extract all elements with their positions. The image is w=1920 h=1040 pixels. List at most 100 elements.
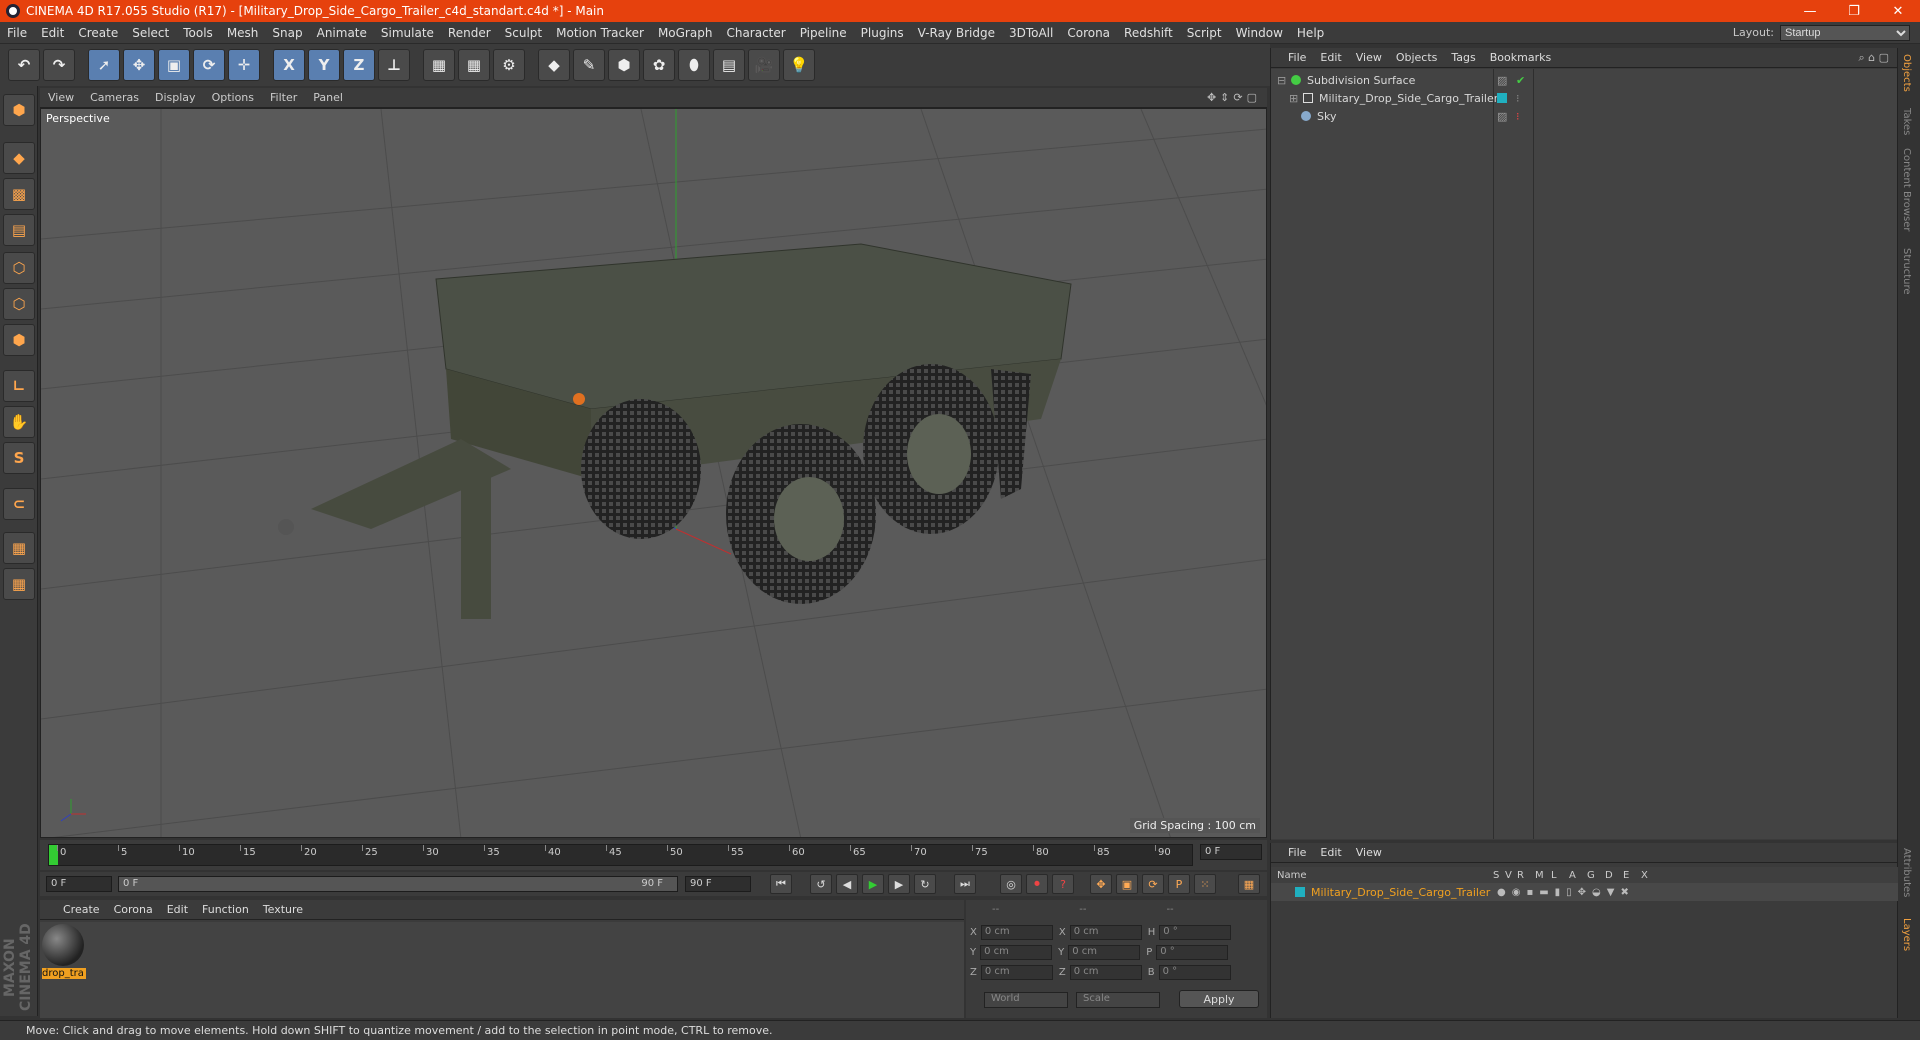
- objects-menu-bookmarks[interactable]: Bookmarks: [1483, 51, 1558, 64]
- workplane-mode-button[interactable]: ▤: [3, 214, 35, 246]
- menu-mograph[interactable]: MoGraph: [651, 26, 720, 40]
- menu-file[interactable]: File: [0, 26, 34, 40]
- layout-select[interactable]: Startup: [1780, 24, 1910, 41]
- snap-button[interactable]: ⊂: [3, 488, 35, 520]
- go-to-start-icon[interactable]: ⏮: [770, 874, 792, 894]
- prev-frame-icon[interactable]: ◀: [836, 874, 858, 894]
- solo-button[interactable]: S: [3, 442, 35, 474]
- restore-button[interactable]: ❐: [1832, 0, 1876, 22]
- select-tool-button[interactable]: ➚: [88, 49, 120, 81]
- keyframe-selection-icon[interactable]: ?: [1052, 874, 1074, 894]
- move-tool-button[interactable]: ✥: [123, 49, 155, 81]
- menu-3dtoall[interactable]: 3DToAll: [1002, 26, 1060, 40]
- points-mode-button[interactable]: ⬡: [3, 252, 35, 284]
- trailer-model[interactable]: [278, 243, 1072, 619]
- viewport-perspective[interactable]: Perspective Grid Spacing : 100 cm: [40, 108, 1267, 838]
- tab-layers[interactable]: Layers: [1901, 918, 1912, 951]
- z-axis-button[interactable]: Z: [343, 49, 375, 81]
- menu-plugins[interactable]: Plugins: [854, 26, 911, 40]
- menu-create[interactable]: Create: [71, 26, 125, 40]
- objects-menu-file[interactable]: File: [1281, 51, 1313, 64]
- go-to-end-icon[interactable]: ⏭: [954, 874, 976, 894]
- model-mode-button[interactable]: ◆: [3, 142, 35, 174]
- menu-render[interactable]: Render: [441, 26, 498, 40]
- preview-range-slider[interactable]: 0 F 90 F: [118, 876, 678, 892]
- camera-button[interactable]: 🎥: [748, 49, 780, 81]
- layer-color-icon[interactable]: [1295, 887, 1305, 897]
- close-button[interactable]: ✕: [1876, 0, 1920, 22]
- viewport-menu-view[interactable]: View: [40, 91, 82, 104]
- menu-corona[interactable]: Corona: [1060, 26, 1117, 40]
- play-icon[interactable]: ▶: [862, 874, 884, 894]
- end-frame-field[interactable]: 90 F: [685, 876, 751, 892]
- viewport-menu-cameras[interactable]: Cameras: [82, 91, 147, 104]
- menu-animate[interactable]: Animate: [310, 26, 374, 40]
- render-view-button[interactable]: ▦: [423, 49, 455, 81]
- tweak-mode-button[interactable]: ✋: [3, 406, 35, 438]
- scale-tool-button[interactable]: ▣: [158, 49, 190, 81]
- menu-mesh[interactable]: Mesh: [220, 26, 266, 40]
- layer-menu-edit[interactable]: Edit: [1313, 846, 1348, 859]
- menu-vray-bridge[interactable]: V-Ray Bridge: [911, 26, 1002, 40]
- rotation-h-field[interactable]: 0 °: [1159, 924, 1232, 940]
- render-picture-viewer-button[interactable]: ▦: [458, 49, 490, 81]
- lock-workplane-button[interactable]: ▦: [3, 532, 35, 564]
- subdivision-button[interactable]: ⬢: [608, 49, 640, 81]
- material-menu-corona[interactable]: Corona: [107, 903, 160, 916]
- make-editable-button[interactable]: ⬢: [3, 94, 35, 126]
- key-position-icon[interactable]: ✥: [1090, 874, 1112, 894]
- minimize-button[interactable]: —: [1788, 0, 1832, 22]
- size-x-field[interactable]: 0 cm: [1069, 924, 1142, 940]
- tab-content-browser[interactable]: Content Browser: [1901, 148, 1912, 231]
- render-settings-button[interactable]: ⚙: [493, 49, 525, 81]
- x-axis-button[interactable]: X: [273, 49, 305, 81]
- autokey-icon[interactable]: ⏺: [1026, 874, 1048, 894]
- menu-motion-tracker[interactable]: Motion Tracker: [549, 26, 651, 40]
- menu-sculpt[interactable]: Sculpt: [498, 26, 549, 40]
- key-parameter-icon[interactable]: P: [1168, 874, 1190, 894]
- layer-toggle-icons[interactable]: ●◉▪▬▮▯✥◒▼✖: [1497, 887, 1635, 898]
- record-keys-icon[interactable]: ◎: [1000, 874, 1022, 894]
- position-x-field[interactable]: 0 cm: [980, 924, 1053, 940]
- floor-button[interactable]: ▤: [713, 49, 745, 81]
- apply-button[interactable]: Apply: [1179, 990, 1259, 1008]
- deformer-button[interactable]: ⬮: [678, 49, 710, 81]
- pen-spline-button[interactable]: ✎: [573, 49, 605, 81]
- cloner-button[interactable]: ✿: [643, 49, 675, 81]
- timeline-window-icon[interactable]: ▦: [1238, 874, 1260, 894]
- position-z-field[interactable]: 0 cm: [980, 964, 1053, 980]
- material-menu-edit[interactable]: Edit: [160, 903, 195, 916]
- object-row-trailer[interactable]: ⊞ Military_Drop_Side_Cargo_Trailer ⁝: [1271, 89, 1898, 107]
- start-frame-field[interactable]: 0 F: [46, 876, 112, 892]
- object-row-sky[interactable]: Sky ▨ ⁝: [1271, 107, 1898, 125]
- size-y-field[interactable]: 0 cm: [1068, 944, 1141, 960]
- rotation-b-field[interactable]: 0 °: [1158, 964, 1231, 980]
- edges-mode-button[interactable]: ⬡: [3, 288, 35, 320]
- objects-menu-objects[interactable]: Objects: [1389, 51, 1445, 64]
- planar-workplane-button[interactable]: ▦: [3, 568, 35, 600]
- timeline[interactable]: 0 5 10 15 20 25 30 35 40 45 50 55 60 65 …: [40, 840, 1267, 870]
- viewport-nav-icons[interactable]: ✥⇕⟳▢: [1207, 91, 1261, 104]
- menu-redshift[interactable]: Redshift: [1117, 26, 1180, 40]
- y-axis-button[interactable]: Y: [308, 49, 340, 81]
- polygons-mode-button[interactable]: ⬢: [3, 324, 35, 356]
- menu-window[interactable]: Window: [1229, 26, 1290, 40]
- light-button[interactable]: 💡: [783, 49, 815, 81]
- key-pla-icon[interactable]: ⁙: [1194, 874, 1216, 894]
- material-menu-create[interactable]: Create: [56, 903, 107, 916]
- redo-button[interactable]: ↷: [43, 49, 75, 81]
- tab-attributes[interactable]: Attributes: [1901, 848, 1912, 897]
- layer-color-icon[interactable]: [1497, 93, 1507, 103]
- material-item[interactable]: drop_tra: [42, 924, 86, 982]
- visibility-icon[interactable]: ▨: [1497, 74, 1507, 87]
- tab-structure[interactable]: Structure: [1901, 248, 1912, 295]
- layer-menu-file[interactable]: File: [1281, 846, 1313, 859]
- expand-icon[interactable]: ⊞: [1289, 92, 1301, 105]
- viewport-menu-filter[interactable]: Filter: [262, 91, 305, 104]
- expand-icon[interactable]: ⊟: [1277, 74, 1289, 87]
- menu-edit[interactable]: Edit: [34, 26, 71, 40]
- enabled-check-icon[interactable]: ✔: [1516, 74, 1525, 87]
- size-z-field[interactable]: 0 cm: [1069, 964, 1142, 980]
- key-rotation-icon[interactable]: ⟳: [1142, 874, 1164, 894]
- next-frame-icon[interactable]: ▶: [888, 874, 910, 894]
